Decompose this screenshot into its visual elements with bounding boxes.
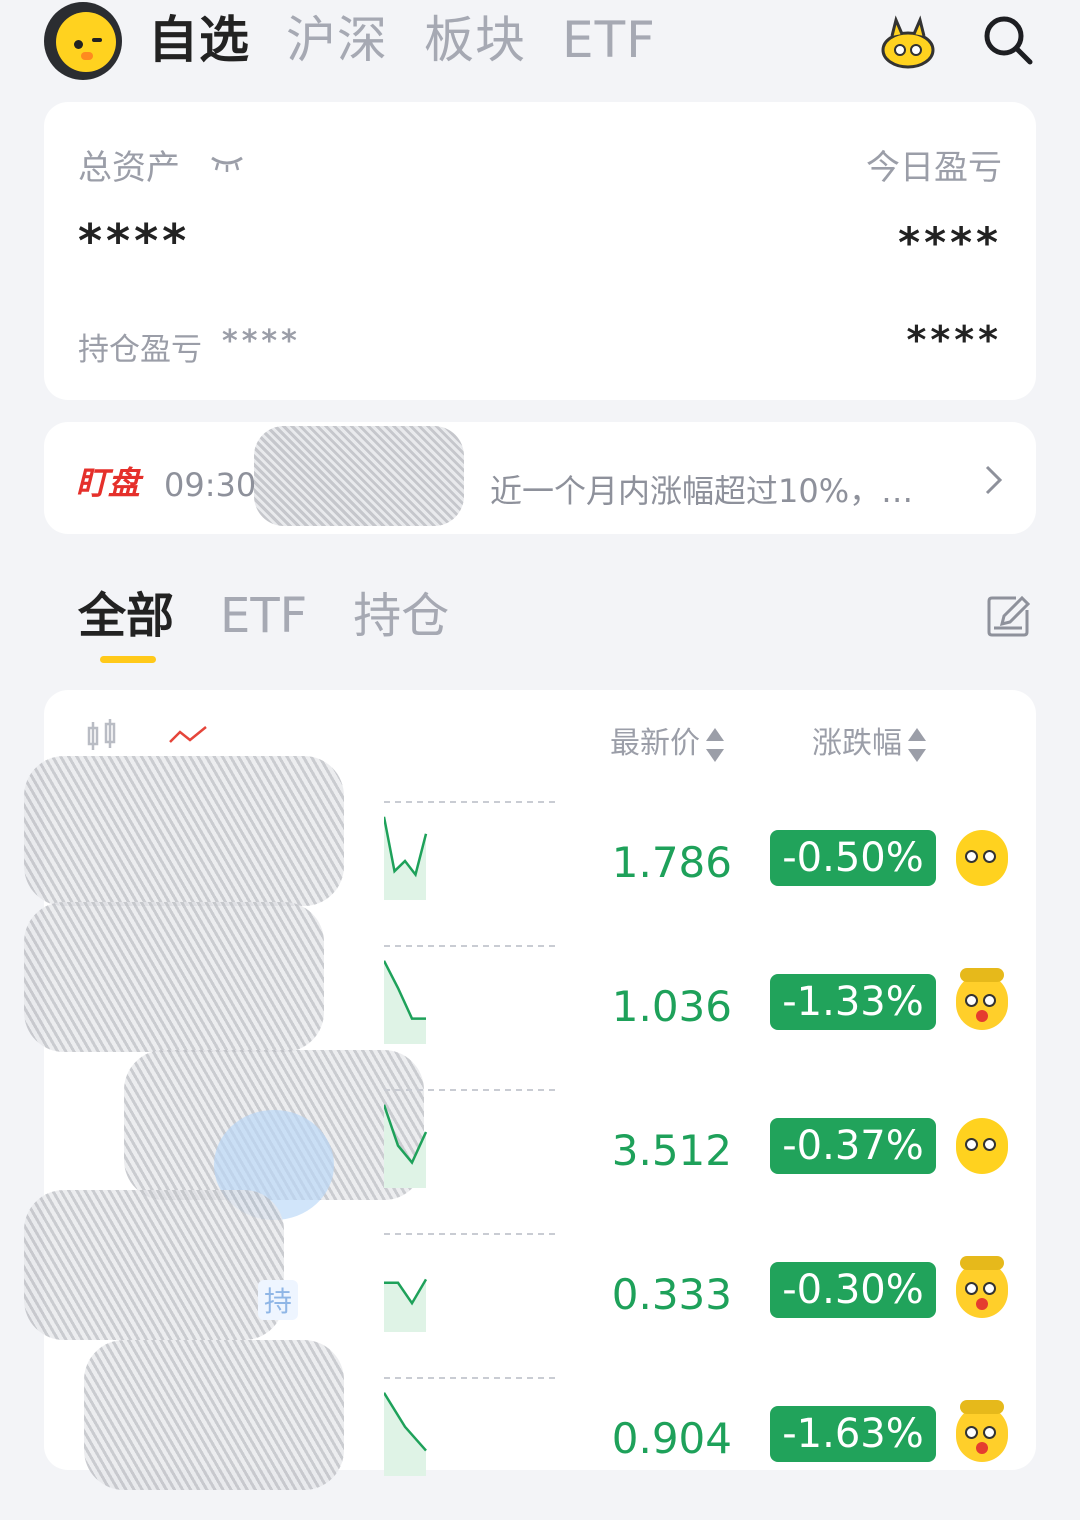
total-assets-value: **** [78, 214, 191, 268]
holding-pnl-value: **** [222, 324, 301, 359]
total-assets-label: 总资产 [78, 148, 180, 188]
change-badge[interactable]: -1.63% [770, 1406, 936, 1462]
table-row[interactable]: 0.333 -0.30% [44, 1232, 1036, 1376]
latest-price: 1.036 [611, 982, 732, 1031]
table-row[interactable]: 1.786 -0.50% [44, 800, 1036, 944]
holding-pnl-label: 持仓盈亏 [78, 332, 202, 368]
line-chart-icon[interactable] [168, 724, 208, 746]
filter-tab-all[interactable]: 全部 [78, 584, 174, 648]
tab-watchlist[interactable]: 自选 [148, 8, 250, 72]
asset-summary-card: 总资产 今日盈亏 **** **** 持仓盈亏 **** **** [44, 102, 1036, 400]
tab-shanghai-shenzhen[interactable]: 沪深 [286, 8, 388, 72]
surprised-mascot-icon [956, 968, 1008, 1030]
search-icon[interactable] [982, 14, 1034, 66]
watch-alert-bar[interactable]: 盯盘 09:30 近一个月内涨幅超过10%，… [44, 422, 1036, 534]
sparkline-chart [384, 1377, 556, 1476]
chevron-right-icon[interactable] [984, 464, 1004, 496]
change-badge[interactable]: -0.30% [770, 1262, 936, 1318]
change-badge[interactable]: -1.33% [770, 974, 936, 1030]
holding-pnl-right-value: **** [906, 318, 1002, 362]
today-pnl-label: 今日盈亏 [866, 148, 1002, 188]
redacted-area [254, 426, 464, 526]
top-tabs: 自选 沪深 板块 ETF [148, 8, 656, 72]
filter-tab-etf[interactable]: ETF [220, 584, 307, 648]
sparkline-area [384, 1279, 426, 1332]
watchlist-table: 最新价 涨跌幅 持 1.786 -0.50% 1.036 -1.33% 3.512 -0.… [24, 690, 1036, 1490]
candlestick-icon[interactable] [86, 718, 118, 752]
eye-closed-icon[interactable] [210, 154, 244, 172]
sparkline-chart [384, 945, 556, 1044]
edit-icon[interactable] [986, 594, 1030, 638]
avatar[interactable] [44, 2, 122, 80]
top-header: 自选 沪深 板块 ETF [0, 0, 1080, 90]
today-pnl-value: **** [898, 218, 1002, 267]
active-tab-indicator [100, 656, 156, 663]
sparkline-chart [384, 801, 556, 900]
mascot-icon[interactable] [880, 14, 936, 70]
change-header[interactable]: 涨跌幅 [812, 718, 926, 762]
price-header-label: 最新价 [610, 726, 700, 761]
filter-tab-holdings[interactable]: 持仓 [353, 584, 449, 648]
latest-price: 0.904 [611, 1414, 732, 1463]
table-row[interactable]: 1.036 -1.33% [44, 944, 1036, 1088]
surprised-mascot-icon [956, 1256, 1008, 1318]
price-header[interactable]: 最新价 [610, 718, 724, 762]
watch-logo: 盯盘 [76, 464, 141, 502]
eyes-emoji-icon [956, 830, 1008, 886]
change-badge[interactable]: -0.37% [770, 1118, 936, 1174]
sort-icon[interactable] [908, 727, 926, 762]
change-badge[interactable]: -0.50% [770, 830, 936, 886]
filter-tabs: 全部 ETF 持仓 [78, 584, 449, 648]
tab-sectors[interactable]: 板块 [424, 8, 526, 72]
table-row[interactable]: 0.904 -1.63% [44, 1376, 1036, 1520]
alert-time: 09:30 [164, 466, 257, 504]
sparkline-chart [384, 1233, 556, 1332]
change-header-label: 涨跌幅 [812, 726, 902, 761]
latest-price: 3.512 [611, 1126, 732, 1175]
latest-price: 0.333 [611, 1270, 732, 1319]
alert-text: 近一个月内涨幅超过10%，… [490, 472, 914, 510]
surprised-mascot-icon [956, 1400, 1008, 1462]
sparkline-chart [384, 1089, 556, 1188]
eyes-emoji-icon [956, 1118, 1008, 1174]
latest-price: 1.786 [611, 838, 732, 887]
tab-etf[interactable]: ETF [562, 8, 656, 72]
sort-icon[interactable] [706, 727, 724, 762]
table-row[interactable]: 3.512 -0.37% [44, 1088, 1036, 1232]
